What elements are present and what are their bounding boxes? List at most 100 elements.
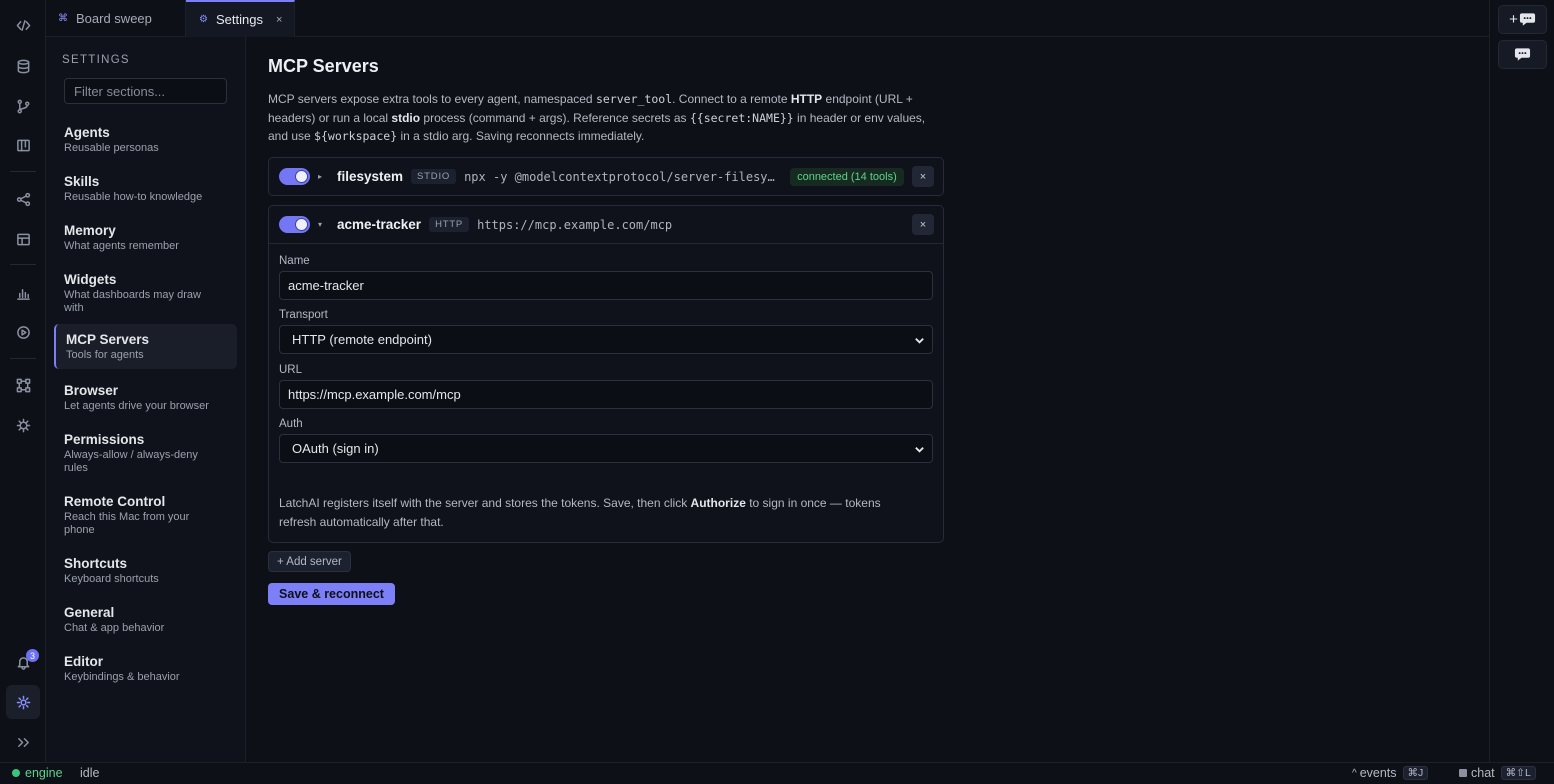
nav-item-desc: What agents remember [64, 240, 179, 252]
server-enabled-toggle[interactable] [279, 216, 310, 233]
server-name: filesystem [337, 169, 404, 184]
name-field[interactable]: acme-tracker [279, 271, 933, 300]
page-title: MCP Servers [268, 56, 379, 76]
chart-icon[interactable] [12, 282, 34, 304]
remove-server-button[interactable]: × [912, 166, 934, 187]
nav-item-desc: Reusable personas [64, 142, 159, 154]
connection-status-badge: connected (14 tools) [790, 167, 904, 186]
add-server-button[interactable]: + Add server [268, 551, 351, 572]
nav-item-browser[interactable]: Browser Let agents drive your browser [54, 382, 237, 418]
server-card-header[interactable]: ▾ acme-tracker HTTP https://mcp.example.… [269, 206, 943, 243]
nav-item-permissions[interactable]: Permissions Always-allow / always-deny r… [54, 431, 237, 479]
server-form: Name acme-tracker Transport HTTP (remote… [269, 243, 943, 542]
branch-icon[interactable] [12, 95, 34, 117]
workflow-icon[interactable] [12, 374, 34, 396]
board-icon[interactable] [12, 134, 34, 156]
tab-board-sweep[interactable]: ⌘ Board sweep [46, 0, 186, 37]
settings-heading: SETTINGS [62, 54, 130, 66]
gear-icon: ⚙ [199, 14, 208, 25]
expand-caret-icon[interactable]: ▸ [318, 172, 328, 181]
server-enabled-toggle[interactable] [279, 168, 310, 185]
events-toggle[interactable]: ^ events ⌘J [1352, 766, 1429, 780]
settings-gear-icon[interactable] [6, 685, 40, 719]
nav-item-editor[interactable]: Editor Keybindings & behavior [54, 653, 237, 689]
expand-chevrons-icon[interactable] [12, 731, 34, 753]
transport-value: HTTP (remote endpoint) [292, 332, 432, 347]
url-field[interactable]: https://mcp.example.com/mcp [279, 380, 933, 409]
server-card-header[interactable]: ▸ filesystem STDIO npx -y @modelcontextp… [269, 158, 943, 195]
nav-item-desc: Let agents drive your browser [64, 400, 209, 412]
nav-item-widgets[interactable]: Widgets What dashboards may draw with [54, 271, 237, 319]
chevron-down-icon [914, 334, 925, 345]
nav-item-title: Shortcuts [64, 556, 128, 571]
nav-item-title: Remote Control [64, 494, 166, 509]
database-icon[interactable] [12, 55, 34, 77]
tab-label: Settings [215, 12, 263, 27]
chip-icon[interactable] [12, 414, 34, 436]
nav-item-desc: Keybindings & behavior [64, 671, 180, 683]
engine-status-dot [12, 769, 20, 777]
chat-label: chat [1471, 766, 1495, 780]
auth-label: Auth [279, 418, 303, 430]
nav-item-desc: Tools for agents [66, 349, 144, 361]
nav-item-title: Widgets [64, 272, 117, 287]
nav-item-skills[interactable]: Skills Reusable how-to knowledge [54, 173, 237, 209]
share-icon[interactable] [12, 188, 34, 210]
transport-select[interactable]: HTTP (remote endpoint) [279, 325, 933, 354]
engine-label: engine [25, 766, 63, 780]
panel-icon [1459, 769, 1467, 777]
nav-item-remote-control[interactable]: Remote Control Reach this Mac from your … [54, 493, 237, 541]
chat-bubble-icon [1519, 13, 1535, 26]
server-name: acme-tracker [337, 217, 422, 232]
new-chat-button[interactable]: + [1498, 5, 1547, 34]
settings-nav: SETTINGS Agents Reusable personas Skills… [46, 37, 246, 762]
nav-item-mcp-servers[interactable]: MCP Servers Tools for agents [54, 324, 237, 369]
transport-tag: HTTP [429, 217, 470, 232]
nav-item-desc: Reach this Mac from your phone [64, 511, 190, 536]
save-reconnect-button[interactable]: Save & reconnect [268, 583, 395, 605]
filter-sections-input[interactable] [64, 78, 227, 104]
transport-label: Transport [279, 309, 328, 321]
page-description: MCP servers expose extra tools to every … [268, 92, 926, 143]
nav-item-shortcuts[interactable]: Shortcuts Keyboard shortcuts [54, 555, 237, 591]
auth-select[interactable]: OAuth (sign in) [279, 434, 933, 463]
notification-badge: 3 [26, 649, 39, 662]
nav-item-title: Browser [64, 383, 119, 398]
transport-tag: STDIO [411, 169, 457, 184]
command-icon: ⌘ [58, 13, 68, 24]
nav-item-title: Agents [64, 125, 110, 140]
nav-item-general[interactable]: General Chat & app behavior [54, 604, 237, 640]
server-card-acme-tracker: ▾ acme-tracker HTTP https://mcp.example.… [268, 205, 944, 543]
nav-item-title: Permissions [64, 432, 145, 447]
name-label: Name [279, 255, 310, 267]
nav-item-title: Editor [64, 654, 103, 669]
nav-item-title: MCP Servers [66, 332, 150, 347]
server-card-filesystem: ▸ filesystem STDIO npx -y @modelcontextp… [268, 157, 944, 196]
url-label: URL [279, 364, 303, 376]
play-icon[interactable] [12, 321, 34, 343]
nav-item-desc: Keyboard shortcuts [64, 573, 159, 585]
status-bar: engine idle ^ events ⌘J chat ⌘⇧L [0, 762, 1554, 784]
nav-item-desc: What dashboards may draw with [64, 289, 201, 314]
tab-settings[interactable]: ⚙ Settings × [186, 0, 295, 37]
engine-status[interactable]: engine [12, 766, 63, 780]
nav-item-memory[interactable]: Memory What agents remember [54, 222, 237, 258]
events-label: events [1359, 766, 1397, 780]
close-icon[interactable]: × [276, 14, 282, 26]
dashboard-icon[interactable] [12, 228, 34, 250]
auth-value: OAuth (sign in) [292, 441, 379, 456]
remove-server-button[interactable]: × [912, 214, 934, 235]
nav-item-agents[interactable]: Agents Reusable personas [54, 124, 237, 160]
chat-toggle[interactable]: chat ⌘⇧L [1459, 766, 1536, 780]
code-icon[interactable] [12, 14, 34, 36]
chat-bubble-icon [1514, 48, 1531, 61]
collapse-caret-icon[interactable]: ▾ [318, 220, 328, 229]
chevron-down-icon [914, 443, 925, 454]
nav-item-title: Memory [64, 223, 116, 238]
nav-item-desc: Always-allow / always-deny rules [64, 449, 198, 474]
engine-state: idle [80, 766, 100, 780]
nav-item-title: General [64, 605, 115, 620]
chat-button[interactable] [1498, 40, 1547, 69]
nav-item-title: Skills [64, 174, 100, 189]
right-rail: + [1489, 0, 1554, 762]
